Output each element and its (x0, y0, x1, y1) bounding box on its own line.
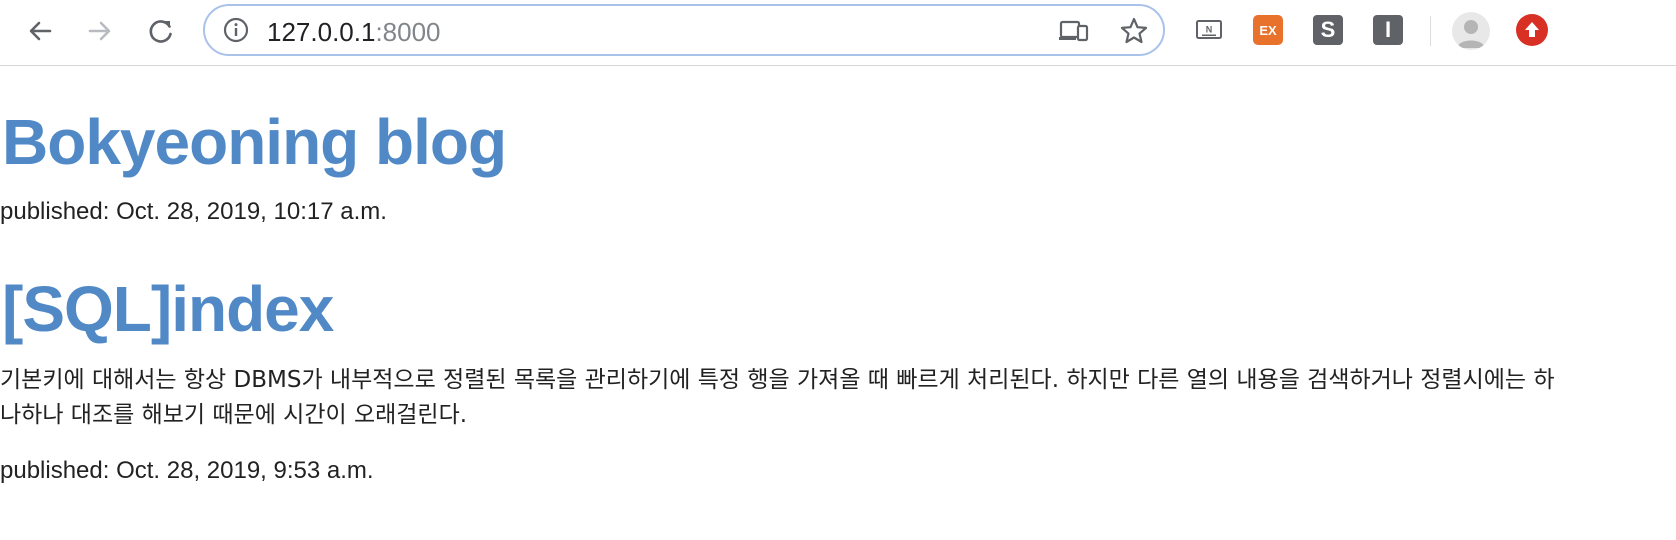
url-host: 127.0.0.1 (267, 17, 376, 47)
reload-icon (149, 20, 172, 43)
back-button[interactable] (22, 13, 58, 49)
extension-s-button[interactable]: S (1313, 15, 1343, 45)
url-text[interactable]: 127.0.0.1:8000 (267, 18, 441, 46)
post-2-title[interactable]: [SQL]index (2, 274, 334, 344)
post-2-body: 기본키에 대해서는 항상 DBMS가 내부적으로 정렬된 목록을 관리하기에 특… (0, 367, 1555, 428)
address-bar[interactable]: 127.0.0.1:8000 (203, 4, 1165, 56)
browser-toolbar: 127.0.0.1:8000 N EX S I (0, 0, 1676, 66)
update-button[interactable] (1516, 14, 1548, 46)
url-port: :8000 (375, 17, 441, 47)
back-arrow-icon (29, 21, 52, 41)
blog-title[interactable]: Bokyeoning blog (2, 107, 507, 177)
update-arrow-icon (1525, 22, 1539, 37)
extension-ex-label: EX (1259, 22, 1277, 38)
reload-button[interactable] (143, 13, 179, 49)
profile-avatar-button[interactable] (1452, 12, 1490, 50)
post-1-published-date: published: Oct. 28, 2019, 10:17 a.m. (0, 198, 387, 225)
toolbar-separator (1430, 16, 1431, 46)
extension-i-button[interactable]: I (1373, 15, 1403, 45)
bookmark-star-icon[interactable] (1119, 16, 1149, 46)
cast-devices-icon[interactable] (1059, 17, 1089, 45)
profile-person-icon (1457, 20, 1485, 48)
post-2-published-date: published: Oct. 28, 2019, 9:53 a.m. (0, 457, 374, 484)
extension-n-label: N (1206, 25, 1213, 35)
extension-i-label: I (1384, 17, 1392, 42)
extension-s-label: S (1320, 17, 1336, 42)
news-extension-icon: N (1196, 20, 1222, 39)
forward-arrow-icon (88, 21, 111, 41)
extension-ex-button[interactable]: EX (1253, 15, 1283, 45)
site-info-icon[interactable] (223, 17, 249, 43)
forward-button[interactable] (82, 13, 118, 49)
extension-n-button[interactable]: N (1194, 15, 1224, 45)
